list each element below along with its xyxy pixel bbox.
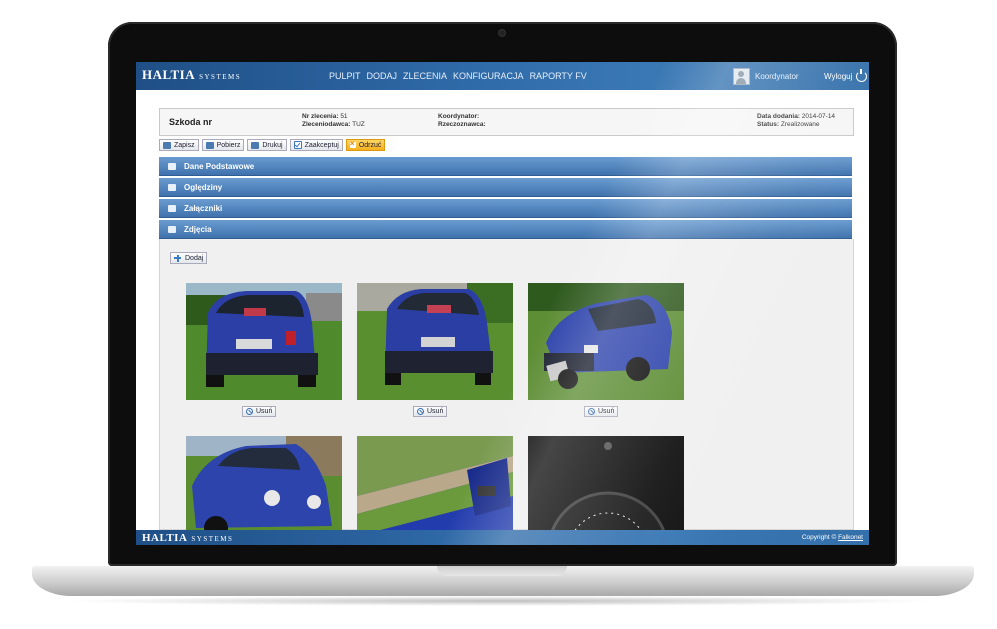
client-value: TUZ — [352, 121, 365, 128]
delete-label: Usuń — [427, 408, 444, 415]
download-icon — [205, 141, 214, 149]
delete-photo-3-button[interactable]: Usuń — [584, 406, 619, 417]
camera-dot — [499, 30, 505, 36]
section-title: Załączniki — [184, 203, 223, 213]
reject-button[interactable]: Odrzuć — [345, 139, 386, 151]
camera-icon — [168, 225, 176, 233]
save-button[interactable]: Zapisz — [159, 139, 199, 151]
delete-photo-2-button[interactable]: Usuń — [413, 406, 448, 417]
checkbox-check-icon — [293, 141, 302, 149]
print-icon — [251, 141, 260, 149]
power-icon — [856, 69, 868, 82]
print-label: Drukuj — [262, 141, 283, 149]
date-label: Data dodania: — [757, 113, 800, 120]
attachment-icon — [168, 204, 176, 212]
order-number-label: Nr zlecenia: — [302, 113, 339, 120]
screen: HALTIA SYSTEMS PULPIT DODAJ ZLECENIA KONF… — [136, 62, 869, 545]
ban-icon — [246, 408, 253, 415]
appraiser-field: Rzeczoznawca: — [438, 121, 486, 128]
inspection-icon — [168, 183, 176, 191]
top-bar: HALTIA SYSTEMS PULPIT DODAJ ZLECENIA KONF… — [136, 62, 869, 90]
appraiser-label: Rzeczoznawca: — [438, 121, 486, 128]
status-value: Zrealizowane — [780, 121, 820, 128]
footer: HALTIA SYSTEMS Copyright © Falkonet — [136, 530, 869, 545]
download-button[interactable]: Pobierz — [201, 139, 245, 151]
close-icon — [349, 139, 356, 148]
section-title: Zdjęcia — [184, 224, 212, 234]
delete-label: Usuń — [256, 408, 273, 415]
nav-item-zlecenia[interactable]: ZLECENIA — [403, 71, 447, 81]
client-field: Zleceniodawca: TUZ — [302, 121, 365, 128]
app-logo[interactable]: HALTIA SYSTEMS — [142, 67, 241, 83]
status-label: Status: — [757, 121, 780, 128]
delete-label: Usuń — [598, 408, 615, 415]
copyright: Copyright © Falkonet — [802, 534, 863, 541]
plus-icon — [174, 254, 181, 262]
delete-photo-1-button[interactable]: Usuń — [242, 406, 277, 417]
photos-panel: Dodaj Usuń Usuń Usuń — [159, 239, 854, 545]
save-icon — [163, 141, 171, 149]
client-label: Zleceniodawca: — [302, 121, 351, 128]
section-title: Dane Podstawowe — [184, 161, 255, 171]
order-number-value: 51 — [340, 113, 348, 120]
laptop-base — [32, 566, 974, 596]
reject-label: Odrzuć — [358, 141, 382, 149]
status-field: Status: Zrealizowane — [757, 121, 820, 128]
user-name: Koordynator — [755, 72, 799, 81]
logout-button[interactable]: Wyloguj — [824, 69, 868, 82]
action-toolbar: Zapisz Pobierz Drukuj Zaakceptuj Odrzuć — [159, 139, 386, 151]
date-value: 2014-07-14 — [801, 113, 836, 120]
car-photo-5[interactable] — [357, 436, 513, 545]
main-nav: PULPIT DODAJ ZLECENIA KONFIGURACJA RAPOR… — [329, 71, 587, 81]
section-title: Oględziny — [184, 182, 223, 192]
logo-sub-text: SYSTEMS — [199, 73, 242, 81]
logo-main-text: HALTIA — [142, 67, 196, 82]
laptop-shadow — [60, 596, 940, 606]
car-photo-2[interactable] — [357, 283, 513, 400]
section-dane-podstawowe[interactable]: Dane Podstawowe — [159, 157, 852, 176]
download-label: Pobierz — [216, 141, 241, 149]
accept-button[interactable]: Zaakceptuj — [289, 139, 343, 151]
car-photo-3[interactable] — [528, 283, 684, 400]
add-photo-label: Dodaj — [185, 254, 204, 262]
nav-item-dodaj[interactable]: DODAJ — [367, 71, 398, 81]
base-notch — [437, 566, 567, 576]
nav-item-pulpit[interactable]: PULPIT — [329, 71, 361, 81]
document-icon — [168, 162, 176, 170]
ban-icon — [588, 408, 595, 415]
user-menu[interactable]: Koordynator — [733, 68, 799, 85]
section-zdjecia[interactable]: Zdjęcia — [159, 220, 852, 239]
copyright-text: Copyright © — [801, 534, 837, 541]
car-photo-1[interactable] — [186, 283, 342, 400]
laptop-lid: HALTIA SYSTEMS PULPIT DODAJ ZLECENIA KONF… — [108, 22, 897, 566]
footer-logo: HALTIA SYSTEMS — [142, 532, 233, 544]
car-photo-4[interactable] — [186, 436, 342, 545]
avatar — [733, 68, 750, 85]
footer-logo-main: HALTIA — [142, 532, 188, 544]
nav-item-raporty-fv[interactable]: RAPORTY FV — [530, 71, 587, 81]
section-zalaczniki[interactable]: Załączniki — [159, 199, 852, 218]
date-field: Data dodania: 2014-07-14 — [757, 113, 835, 120]
car-photo-6[interactable] — [528, 436, 684, 545]
logout-label: Wyloguj — [824, 72, 853, 81]
ban-icon — [417, 408, 424, 415]
order-number-field: Nr zlecenia: 51 — [302, 113, 348, 120]
footer-logo-sub: SYSTEMS — [191, 535, 234, 543]
nav-item-konfiguracja[interactable]: KONFIGURACJA — [453, 71, 524, 81]
claim-title: Szkoda nr — [169, 117, 213, 127]
save-label: Zapisz — [174, 141, 195, 149]
company-link[interactable]: Falkonet — [838, 534, 863, 541]
add-photo-button[interactable]: Dodaj — [170, 252, 208, 264]
coordinator-field: Koordynator: — [438, 113, 479, 120]
coordinator-label: Koordynator: — [438, 113, 480, 120]
accept-label: Zaakceptuj — [304, 141, 339, 149]
claim-info-box: Szkoda nr Nr zlecenia: 51 Zleceniodawca:… — [159, 108, 854, 136]
section-ogledziny[interactable]: Oględziny — [159, 178, 852, 197]
print-button[interactable]: Drukuj — [247, 139, 287, 151]
